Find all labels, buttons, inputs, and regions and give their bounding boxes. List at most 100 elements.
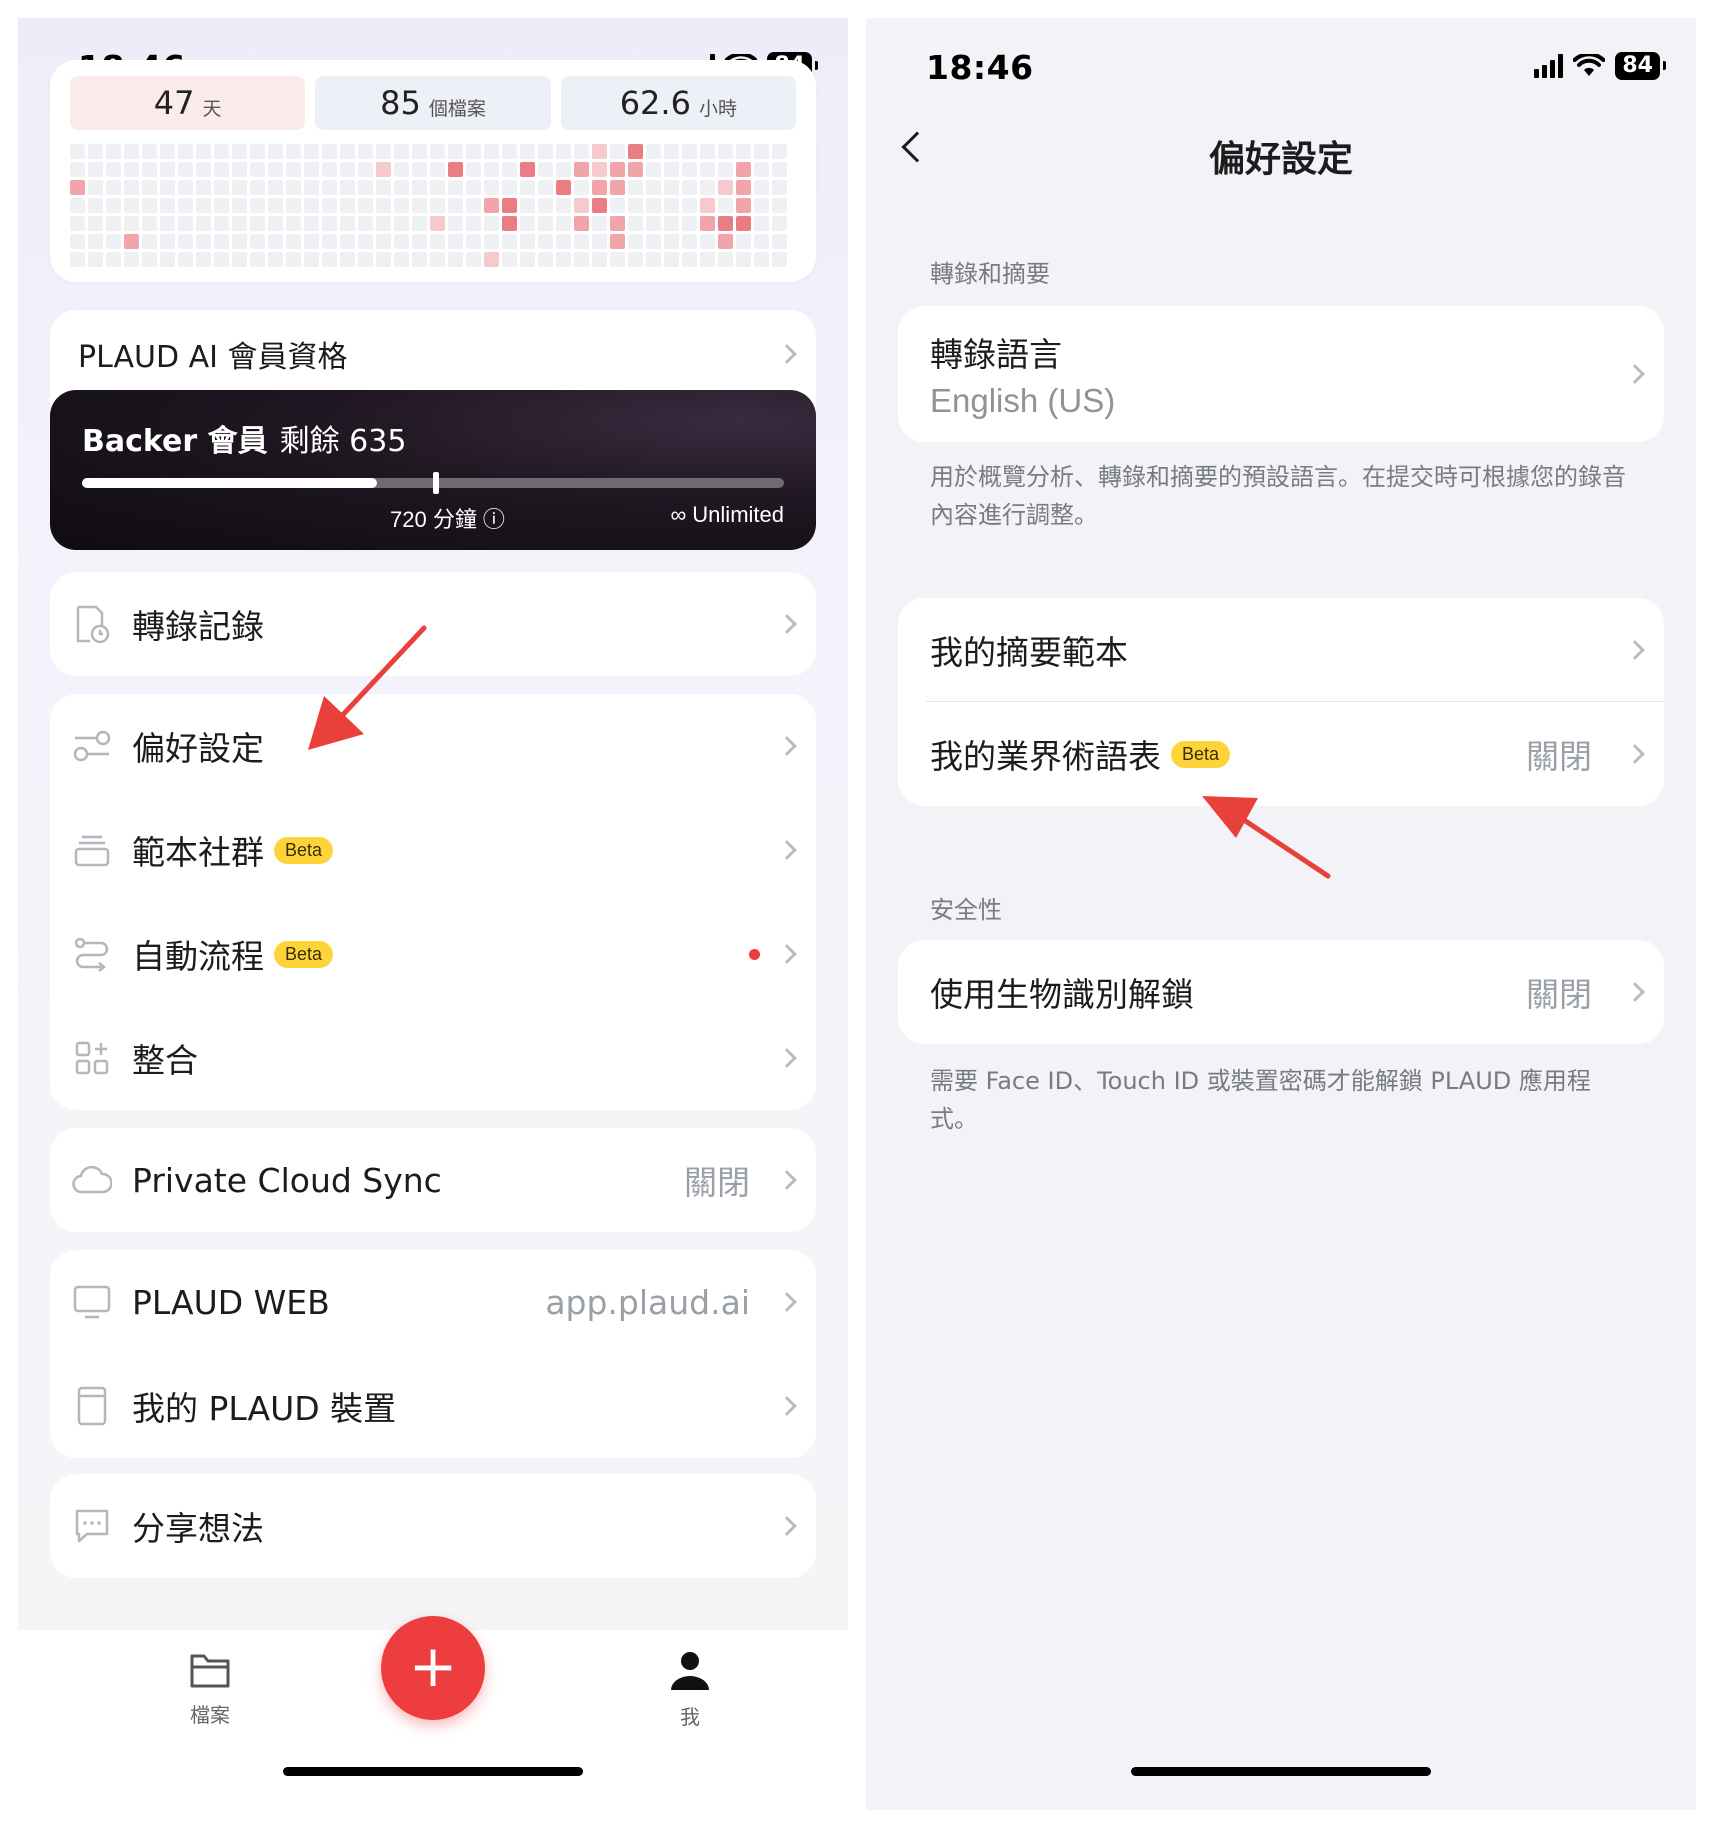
heatmap-cell — [286, 234, 301, 249]
menu-item-plaud-web[interactable]: PLAUD WEB app.plaud.ai — [50, 1250, 816, 1354]
heatmap-cell — [448, 180, 463, 195]
heatmap-cell — [646, 252, 661, 267]
stat-files: 85 個檔案 — [315, 76, 551, 130]
heatmap-cell — [520, 144, 535, 159]
heatmap-cell — [502, 180, 517, 195]
tab-files[interactable]: 檔案 — [150, 1650, 270, 1728]
heatmap-cell — [430, 234, 445, 249]
heatmap-cell — [142, 162, 157, 177]
heatmap-cell — [448, 198, 463, 213]
my-templates-label: 我的摘要範本 — [930, 633, 1128, 672]
heatmap-cell — [628, 144, 643, 159]
membership-plan: Backer 會員 — [82, 424, 268, 459]
profile-screen: 18:46 84 47天 85個檔案 62.6小時 PLAUD AI 會員資格 … — [18, 18, 848, 1810]
heatmap-cell — [124, 162, 139, 177]
sliders-icon — [72, 726, 112, 766]
heatmap-cell — [250, 252, 265, 267]
heatmap-cell — [646, 144, 661, 159]
tab-me[interactable]: 我 — [630, 1650, 750, 1730]
heatmap-cell — [394, 162, 409, 177]
biometric-unlock-row[interactable]: 使用生物識別解鎖 關閉 — [898, 940, 1664, 1044]
heatmap-cell — [628, 162, 643, 177]
heatmap-cell — [214, 252, 229, 267]
menu-label: 範本社群 — [132, 833, 264, 872]
heatmap-cell — [772, 162, 787, 177]
heatmap-cell — [592, 180, 607, 195]
heatmap-cell — [610, 252, 625, 267]
heatmap-cell — [646, 162, 661, 177]
heatmap-cell — [394, 144, 409, 159]
heatmap-cell — [178, 198, 193, 213]
heatmap-cell — [682, 162, 697, 177]
device-icon — [72, 1386, 112, 1426]
heatmap-cell — [520, 252, 535, 267]
heatmap-cell — [88, 162, 103, 177]
heatmap-cell — [628, 234, 643, 249]
my-templates-row[interactable]: 我的摘要範本 — [898, 598, 1664, 702]
wifi-icon — [1573, 54, 1606, 76]
heatmap-cell — [682, 144, 697, 159]
heatmap-cell — [610, 234, 625, 249]
chevron-right-icon — [777, 840, 797, 860]
chevron-right-icon — [777, 1048, 797, 1068]
heatmap-cell — [700, 216, 715, 231]
heatmap-cell — [520, 216, 535, 231]
menu-item-private-cloud-sync[interactable]: Private Cloud Sync 關閉 — [50, 1128, 816, 1232]
beta-badge: Beta — [274, 836, 334, 864]
chevron-right-icon — [1625, 982, 1645, 1002]
heatmap-cell — [718, 198, 733, 213]
heatmap-cell — [70, 216, 85, 231]
cellular-signal-icon — [1534, 54, 1564, 78]
heatmap-cell — [610, 162, 625, 177]
heatmap-cell — [484, 234, 499, 249]
menu-label: PLAUD WEB — [132, 1282, 330, 1322]
menu-item-transcription-history[interactable]: 轉錄記錄 — [50, 572, 816, 676]
stat-days-value: 47 — [153, 84, 195, 122]
home-indicator — [1131, 1767, 1431, 1776]
bottom-tab-bar: 檔案 + 我 — [18, 1616, 848, 1810]
transcription-language-row[interactable]: 轉錄語言 English (US) — [898, 306, 1664, 442]
heatmap-cell — [232, 144, 247, 159]
heatmap-cell — [214, 234, 229, 249]
heatmap-cell — [124, 234, 139, 249]
person-icon — [671, 1652, 709, 1690]
heatmap-cell — [466, 144, 481, 159]
heatmap-cell — [736, 252, 751, 267]
heatmap-cell — [286, 198, 301, 213]
heatmap-cell — [754, 234, 769, 249]
heatmap-cell — [394, 198, 409, 213]
heatmap-cell — [754, 144, 769, 159]
membership-card[interactable]: Backer 會員 剩餘 635 720 分鐘 ⓘ ∞ Unlimited — [50, 390, 816, 550]
heatmap-cell — [70, 162, 85, 177]
transcription-language-value: English (US) — [930, 382, 1116, 419]
add-recording-button[interactable]: + — [381, 1616, 485, 1720]
heatmap-cell — [736, 162, 751, 177]
heatmap-cell — [772, 234, 787, 249]
menu-item-preferences[interactable]: 偏好設定 — [50, 694, 816, 798]
heatmap-cell — [664, 180, 679, 195]
heatmap-cell — [754, 216, 769, 231]
menu-item-template-community[interactable]: 範本社群 Beta — [50, 798, 816, 902]
menu-item-automation[interactable]: 自動流程 Beta — [50, 902, 816, 1006]
glossary-status: 關閉 — [1526, 737, 1592, 776]
beta-badge: Beta — [1171, 740, 1231, 768]
menu-label: 自動流程 — [132, 937, 264, 976]
settings-card: 偏好設定 範本社群 Beta 自動流程 Beta 整合 — [50, 694, 816, 1110]
membership-remaining: 剩餘 635 — [279, 424, 407, 459]
heatmap-cell — [376, 198, 391, 213]
security-note: 需要 Face ID、Touch ID 或裝置密碼才能解鎖 PLAUD 應用程式… — [930, 1067, 1591, 1133]
heatmap-cell — [520, 198, 535, 213]
heatmap-cell — [754, 180, 769, 195]
heatmap-cell — [106, 144, 121, 159]
heatmap-cell — [772, 216, 787, 231]
menu-item-my-device[interactable]: 我的 PLAUD 裝置 — [50, 1354, 816, 1458]
heatmap-cell — [232, 216, 247, 231]
heatmap-cell — [70, 234, 85, 249]
heatmap-cell — [286, 162, 301, 177]
stats-row: 47 天 85 個檔案 62.6 小時 — [70, 76, 796, 130]
heatmap-cell — [214, 180, 229, 195]
stat-days-unit: 天 — [202, 97, 222, 120]
menu-item-integrations[interactable]: 整合 — [50, 1006, 816, 1110]
my-glossary-row[interactable]: 我的業界術語表 Beta 關閉 — [898, 702, 1664, 806]
menu-item-share-ideas[interactable]: 分享想法 — [50, 1474, 816, 1578]
